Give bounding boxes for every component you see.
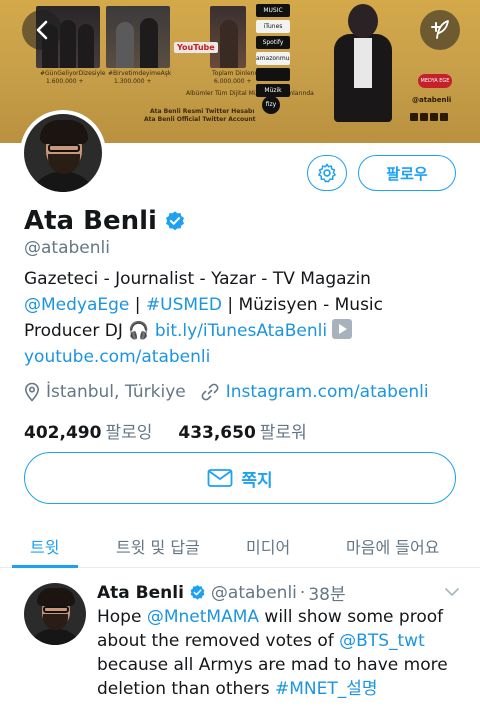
profile-bio: Gazeteci - Journalist - Yazar - TV Magaz…: [24, 266, 464, 370]
bio-line-2: @MedyaEge | #USMED | Müzisyen - Music: [24, 292, 464, 318]
following-number: 402,490: [24, 423, 102, 443]
hashtag-mnet-link[interactable]: #MNET_설명: [275, 679, 378, 699]
verified-badge-icon: [165, 211, 184, 231]
music-store-badges: MUSIC iTunes Spotify amazonmusic Müzik: [256, 4, 290, 100]
mention-bts-link[interactable]: @BTS_twt: [339, 631, 425, 651]
youtube-logo: YouTube: [174, 42, 218, 53]
location-pin-icon: [24, 382, 40, 402]
gear-icon: [318, 163, 336, 183]
facebook-icon: [430, 113, 438, 121]
tweet-timestamp[interactable]: 38분: [308, 580, 345, 605]
feather-plus-icon: [431, 20, 449, 39]
tweet-author-handle[interactable]: @atabenli: [211, 583, 297, 603]
profile-settings-button[interactable]: [307, 155, 347, 191]
twitter-icon: [410, 113, 418, 121]
fizy-logo: fizy: [262, 96, 280, 114]
muzik-badge: Müzik: [256, 84, 290, 97]
banner-twitter-line-1: Ata Benli Resmi Twitter Hesabı: [150, 108, 255, 115]
tweet-text-part-3: because all Armys are mad to have more d…: [97, 655, 448, 699]
profile-website-link[interactable]: Instagram.com/atabenli: [226, 382, 429, 402]
following-count[interactable]: 402,490 팔로잉: [24, 418, 152, 443]
tweet-dot-separator: ·: [299, 582, 306, 603]
chevron-down-icon[interactable]: [444, 586, 460, 598]
followers-label: 팔로워: [259, 423, 307, 443]
banner-album-art-3: [210, 6, 246, 68]
tab-tweets[interactable]: 트윗: [30, 534, 59, 558]
banner-count-1: 1.600.000 +: [46, 78, 84, 85]
bio-line-4: youtube.com/atabenli: [24, 344, 464, 370]
chevron-left-icon: [36, 20, 48, 40]
tab-likes[interactable]: 마음에 들어요: [346, 534, 439, 558]
direct-message-button[interactable]: 쪽지: [24, 452, 456, 504]
banner-handle: @atabenli: [412, 96, 452, 104]
tab-tweets-and-replies[interactable]: 트윗 및 답글: [116, 534, 200, 558]
tweet-header: Ata Benli @atabenli · 38분: [97, 580, 346, 606]
profile-name-row: Ata Benli: [24, 206, 186, 236]
bio-line-2-tail: | Müzisyen - Music: [221, 295, 384, 315]
profile-display-name: Ata Benli: [24, 206, 157, 236]
compose-tweet-button[interactable]: [420, 10, 460, 50]
tab-media[interactable]: 미디어: [246, 534, 290, 558]
bio-line-3: Producer DJ 🎧 bit.ly/iTunesAtaBenli: [24, 318, 464, 344]
profile-avatar[interactable]: [20, 110, 106, 196]
banner-total-listens: 6.000.000 +: [214, 78, 252, 85]
profile-meta: İstanbul, Türkiye Instagram.com/atabenli: [24, 382, 429, 402]
tweet-text: Hope @MnetMAMA will show some proof abou…: [97, 605, 467, 701]
follow-button[interactable]: 팔로우: [358, 155, 456, 191]
apple-music-badge: MUSIC: [256, 4, 290, 17]
tweet-author-avatar[interactable]: [24, 583, 86, 645]
envelope-icon: [207, 469, 233, 487]
tweet-author-name[interactable]: Ata Benli: [97, 583, 184, 603]
spotify-badge: Spotify: [256, 36, 290, 49]
verified-badge-icon: [190, 585, 205, 600]
profile-handle: @atabenli: [24, 238, 110, 258]
amazon-music-badge: amazonmusic: [256, 52, 290, 65]
avatar-image: [24, 114, 102, 192]
itunes-short-link[interactable]: bit.ly/iTunesAtaBenli: [155, 321, 327, 341]
followers-count[interactable]: 433,650 팔로워: [178, 418, 306, 443]
youtube-link[interactable]: youtube.com/atabenli: [24, 347, 210, 367]
itunes-badge: iTunes: [256, 20, 290, 33]
mention-mnetmama-link[interactable]: @MnetMAMA: [147, 607, 259, 627]
headphones-emoji: 🎧: [128, 321, 150, 341]
back-button[interactable]: [22, 10, 62, 50]
bio-separator: |: [129, 295, 146, 315]
link-icon: [201, 383, 219, 401]
banner-twitter-line-2: Ata Benli Official Twitter Account: [144, 116, 256, 123]
followers-number: 433,650: [178, 423, 256, 443]
play-button-emoji: [332, 319, 353, 339]
banner-caption-1: #GünGeliyorDizesiyle: [40, 70, 106, 77]
bio-line-1: Gazeteci - Journalist - Yazar - TV Magaz…: [24, 269, 371, 289]
mention-medyaege-link[interactable]: @MedyaEge: [24, 295, 129, 315]
profile-location: İstanbul, Türkiye: [46, 382, 186, 402]
bio-line-3-prefix: Producer DJ: [24, 321, 129, 341]
banner-artist-figure: [330, 0, 394, 143]
hashtag-usmed-link[interactable]: #USMED: [146, 295, 222, 315]
banner-platforms-note: Albümler Tüm Dijital Müzik Platformların…: [186, 90, 314, 97]
profile-tabs: 트윗 트윗 및 답글 미디어 마음에 들어요: [0, 522, 480, 568]
instagram-icon: [420, 113, 428, 121]
banner-album-art-2: [106, 6, 170, 68]
following-label: 팔로잉: [105, 423, 153, 443]
store-badge-5: [256, 68, 290, 81]
banner-caption-2: #BirvetimdeyimeAşk: [108, 70, 172, 77]
banner-social-icons: [410, 106, 450, 125]
banner-count-2: 1.300.000 +: [114, 78, 152, 85]
youtube-icon: [440, 113, 448, 121]
dm-label: 쪽지: [241, 470, 273, 491]
tweet-text-part-1: Hope: [97, 607, 147, 627]
follow-counts: 402,490 팔로잉 433,650 팔로워: [24, 418, 307, 443]
active-tab-indicator: [12, 565, 78, 568]
medya-ege-logo: MEDYA EGE: [418, 74, 452, 88]
